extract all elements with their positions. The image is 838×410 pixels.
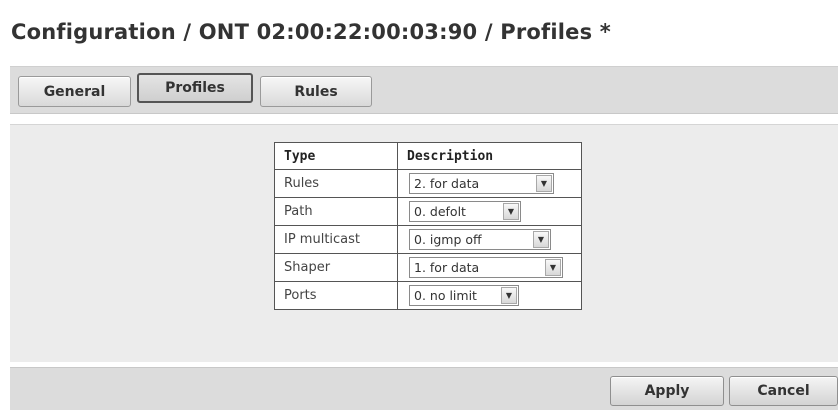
- description-cell: 0. defolt ▼: [397, 197, 582, 226]
- chevron-down-icon[interactable]: ▼: [503, 203, 519, 220]
- select-value: 0. no limit: [414, 288, 477, 303]
- ports-profile-select[interactable]: 0. no limit ▼: [409, 285, 519, 306]
- apply-button[interactable]: Apply: [610, 376, 724, 406]
- row-label-shaper: Shaper: [274, 253, 398, 282]
- table-row: IP multicast 0. igmp off ▼: [274, 225, 582, 254]
- footer-bar: Apply Cancel: [10, 367, 838, 410]
- select-value: 2. for data: [414, 176, 480, 191]
- rules-profile-select[interactable]: 2. for data ▼: [409, 173, 554, 194]
- description-cell: 0. igmp off ▼: [397, 225, 582, 254]
- path-profile-select[interactable]: 0. defolt ▼: [409, 201, 521, 222]
- column-header-type: Type: [274, 142, 398, 170]
- chevron-down-icon[interactable]: ▼: [533, 231, 549, 248]
- tab-general[interactable]: General: [18, 76, 131, 107]
- table-row: Ports 0. no limit ▼: [274, 281, 582, 310]
- tab-profiles[interactable]: Profiles: [137, 73, 253, 103]
- tab-bar: General Profiles Rules: [10, 66, 838, 114]
- chevron-down-icon[interactable]: ▼: [536, 175, 552, 192]
- page-title: Configuration / ONT 02:00:22:00:03:90 / …: [11, 20, 611, 44]
- table-row: Path 0. defolt ▼: [274, 197, 582, 226]
- cancel-button[interactable]: Cancel: [729, 376, 838, 406]
- chevron-down-icon[interactable]: ▼: [501, 287, 517, 304]
- row-label-rules: Rules: [274, 169, 398, 198]
- row-label-ip-multicast: IP multicast: [274, 225, 398, 254]
- shaper-profile-select[interactable]: 1. for data ▼: [409, 257, 563, 278]
- select-value: 0. defolt: [414, 204, 466, 219]
- column-header-description: Description: [397, 142, 582, 170]
- ip-multicast-profile-select[interactable]: 0. igmp off ▼: [409, 229, 551, 250]
- profiles-table: Type Description Rules 2. for data ▼ Pat…: [274, 142, 582, 310]
- profiles-panel: Type Description Rules 2. for data ▼ Pat…: [10, 124, 838, 362]
- row-label-ports: Ports: [274, 281, 398, 310]
- row-label-path: Path: [274, 197, 398, 226]
- description-cell: 2. for data ▼: [397, 169, 582, 198]
- select-value: 1. for data: [414, 260, 480, 275]
- table-header-row: Type Description: [274, 142, 582, 170]
- tab-rules[interactable]: Rules: [260, 76, 372, 107]
- description-cell: 0. no limit ▼: [397, 281, 582, 310]
- description-cell: 1. for data ▼: [397, 253, 582, 282]
- table-row: Rules 2. for data ▼: [274, 169, 582, 198]
- select-value: 0. igmp off: [414, 232, 482, 247]
- table-row: Shaper 1. for data ▼: [274, 253, 582, 282]
- chevron-down-icon[interactable]: ▼: [545, 259, 561, 276]
